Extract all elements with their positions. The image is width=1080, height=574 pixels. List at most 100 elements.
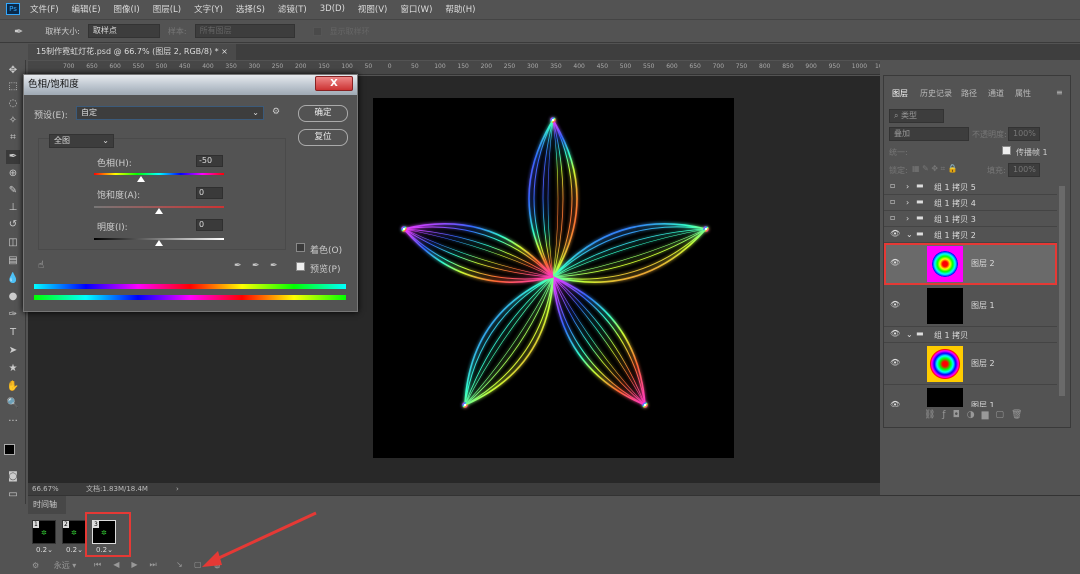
gradient-tool-icon[interactable]: ▤ — [6, 254, 20, 268]
menu-image[interactable]: 图像(I) — [114, 3, 140, 15]
frame-delay[interactable]: 0.2⌄ — [36, 546, 53, 554]
playback-controls[interactable]: ⏮◀▶⏭ — [94, 560, 169, 570]
chevron-right-icon[interactable]: › — [906, 214, 909, 223]
dodge-tool-icon[interactable]: ● — [6, 290, 20, 304]
blend-mode-select[interactable]: 叠加 — [889, 127, 969, 141]
hue-slider-track[interactable] — [94, 173, 224, 175]
sample-size-select[interactable]: 取样点 — [87, 24, 160, 38]
lasso-tool-icon[interactable]: ◌ — [6, 97, 20, 111]
visibility-eye-icon[interactable]: 👁 — [890, 258, 900, 267]
layer-group-row[interactable]: ▫ › ▬ 组 1 拷贝 3 — [884, 211, 1057, 227]
screen-mode-icon[interactable]: ▭ — [6, 488, 20, 502]
frame-delay[interactable]: 0.2⌄ — [66, 546, 83, 554]
menu-layer[interactable]: 图层(L) — [153, 3, 181, 15]
tab-layers[interactable]: 图层 — [892, 88, 908, 99]
type-tool-icon[interactable]: T — [6, 326, 20, 340]
tab-channels[interactable]: 通道 — [988, 88, 1004, 99]
visibility-eye-icon[interactable]: 👁 — [890, 358, 900, 367]
layer-filter-select[interactable]: ⌕ 类型 — [889, 109, 944, 123]
menu-filter[interactable]: 滤镜(T) — [278, 3, 307, 15]
zoom-tool-icon[interactable]: 🔍 — [6, 397, 20, 411]
visibility-eye-icon[interactable]: 👁 — [890, 329, 900, 338]
dialog-title-bar[interactable]: 色相/饱和度 — [24, 75, 357, 95]
dialog-close-button[interactable]: X — [315, 76, 353, 91]
layer-group-row[interactable]: ▫ › ▬ 组 1 拷贝 5 — [884, 179, 1057, 195]
colorize-checkbox[interactable] — [296, 243, 305, 252]
animation-frame[interactable]: 1 ✲ — [32, 520, 56, 544]
path-select-icon[interactable]: ➤ — [6, 344, 20, 358]
magic-wand-icon[interactable]: ✧ — [6, 114, 20, 128]
chevron-down-icon[interactable]: ⌄ — [906, 230, 913, 239]
targeted-adjustment-hand-icon[interactable]: ☝ — [38, 260, 44, 271]
status-menu-arrow-icon[interactable]: › — [176, 483, 179, 495]
shape-tool-icon[interactable]: ★ — [6, 362, 20, 376]
visibility-eye-icon[interactable]: 👁 — [890, 400, 900, 407]
animation-frame[interactable]: 2 ✲ — [62, 520, 86, 544]
visibility-empty-box[interactable]: ▫ — [890, 181, 895, 190]
chevron-right-icon[interactable]: › — [906, 182, 909, 191]
chevron-down-icon[interactable]: ⌄ — [906, 330, 913, 339]
show-ring-checkbox[interactable] — [312, 26, 322, 36]
eyedropper-tool-icon[interactable]: ✒ — [6, 150, 20, 164]
visibility-eye-icon[interactable]: 👁 — [890, 229, 900, 238]
layer-row[interactable]: 👁 图层 1 — [884, 285, 1057, 327]
reset-button[interactable]: 复位 — [298, 129, 348, 146]
crop-tool-icon[interactable]: ⌗ — [6, 131, 20, 145]
layer-row[interactable]: 👁 图层 2 — [884, 243, 1057, 285]
hand-tool-icon[interactable]: ✋ — [6, 380, 20, 394]
document-tab[interactable]: 15制作霓虹灯花.psd @ 66.7% (图层 2, RGB/8) * × — [28, 44, 236, 60]
lightness-slider-thumb[interactable] — [155, 240, 163, 246]
blur-tool-icon[interactable]: 💧 — [6, 272, 20, 286]
layer-group-row[interactable]: 👁 ⌄ ▬ 组 1 拷贝 2 — [884, 227, 1057, 243]
document-canvas[interactable] — [373, 98, 734, 458]
eyedropper-icon[interactable]: ✒ — [234, 261, 242, 271]
preset-select[interactable]: 自定 ⌄ — [76, 106, 264, 120]
history-brush-icon[interactable]: ↺ — [6, 218, 20, 232]
saturation-input[interactable]: 0 — [196, 187, 223, 199]
ok-button[interactable]: 确定 — [298, 105, 348, 122]
fill-input[interactable]: 100% — [1008, 163, 1040, 177]
lightness-input[interactable]: 0 — [196, 219, 223, 231]
menu-view[interactable]: 视图(V) — [358, 3, 387, 15]
menu-window[interactable]: 窗口(W) — [400, 3, 432, 15]
stamp-tool-icon[interactable]: ⊥ — [6, 201, 20, 215]
foreground-color-swatch[interactable] — [4, 444, 15, 455]
move-tool-icon[interactable]: ✥ — [6, 64, 20, 78]
eyedropper-add-icon[interactable]: ✒ — [252, 261, 260, 271]
tab-properties[interactable]: 属性 — [1015, 88, 1031, 99]
saturation-slider-thumb[interactable] — [155, 208, 163, 214]
loop-options[interactable]: ⚙ 永远 ▾ — [32, 560, 76, 571]
tab-history[interactable]: 历史记录 — [920, 88, 952, 99]
close-tab-icon[interactable]: × — [221, 47, 228, 56]
menu-help[interactable]: 帮助(H) — [445, 3, 475, 15]
layer-row[interactable]: 👁 图层 1 — [884, 385, 1057, 407]
quick-mask-icon[interactable]: ◙ — [6, 470, 20, 484]
menu-edit[interactable]: 编辑(E) — [72, 3, 101, 15]
eyedropper-icon[interactable]: ✒ — [14, 25, 23, 38]
eraser-tool-icon[interactable]: ◫ — [6, 236, 20, 250]
menu-type[interactable]: 文字(Y) — [194, 3, 223, 15]
healing-tool-icon[interactable]: ⊕ — [6, 167, 20, 181]
hue-slider-thumb[interactable] — [136, 176, 145, 182]
eyedropper-subtract-icon[interactable]: ✒ — [270, 261, 278, 271]
menu-3d[interactable]: 3D(D) — [320, 4, 345, 14]
panel-menu-icon[interactable]: ≡ — [1056, 88, 1063, 97]
hue-input[interactable]: -50 — [196, 155, 223, 167]
preview-checkbox[interactable] — [296, 262, 305, 271]
propagate-frame-checkbox[interactable] — [1002, 146, 1011, 155]
tab-paths[interactable]: 路径 — [961, 88, 977, 99]
visibility-eye-icon[interactable]: 👁 — [890, 300, 900, 309]
visibility-empty-box[interactable]: ▫ — [890, 213, 895, 222]
layer-action-icons[interactable]: ⛓ƒ◘◑▆▢🗑 — [924, 410, 1029, 420]
pen-tool-icon[interactable]: ✑ — [6, 308, 20, 322]
preset-options-gear-icon[interactable]: ⚙ — [272, 107, 280, 117]
zoom-level[interactable]: 66.67% — [32, 483, 59, 495]
marquee-tool-icon[interactable]: ⬚ — [6, 80, 20, 94]
layer-row[interactable]: 👁 图层 2 — [884, 343, 1057, 385]
layers-scrollbar[interactable] — [1059, 186, 1065, 396]
lock-icons[interactable]: ▦ ✎ ✥ ⌗ 🔒 — [912, 164, 958, 174]
tween-icon[interactable]: ↘ — [176, 560, 183, 569]
chevron-right-icon[interactable]: › — [906, 198, 909, 207]
menu-select[interactable]: 选择(S) — [236, 3, 265, 15]
brush-tool-icon[interactable]: ✎ — [6, 184, 20, 198]
